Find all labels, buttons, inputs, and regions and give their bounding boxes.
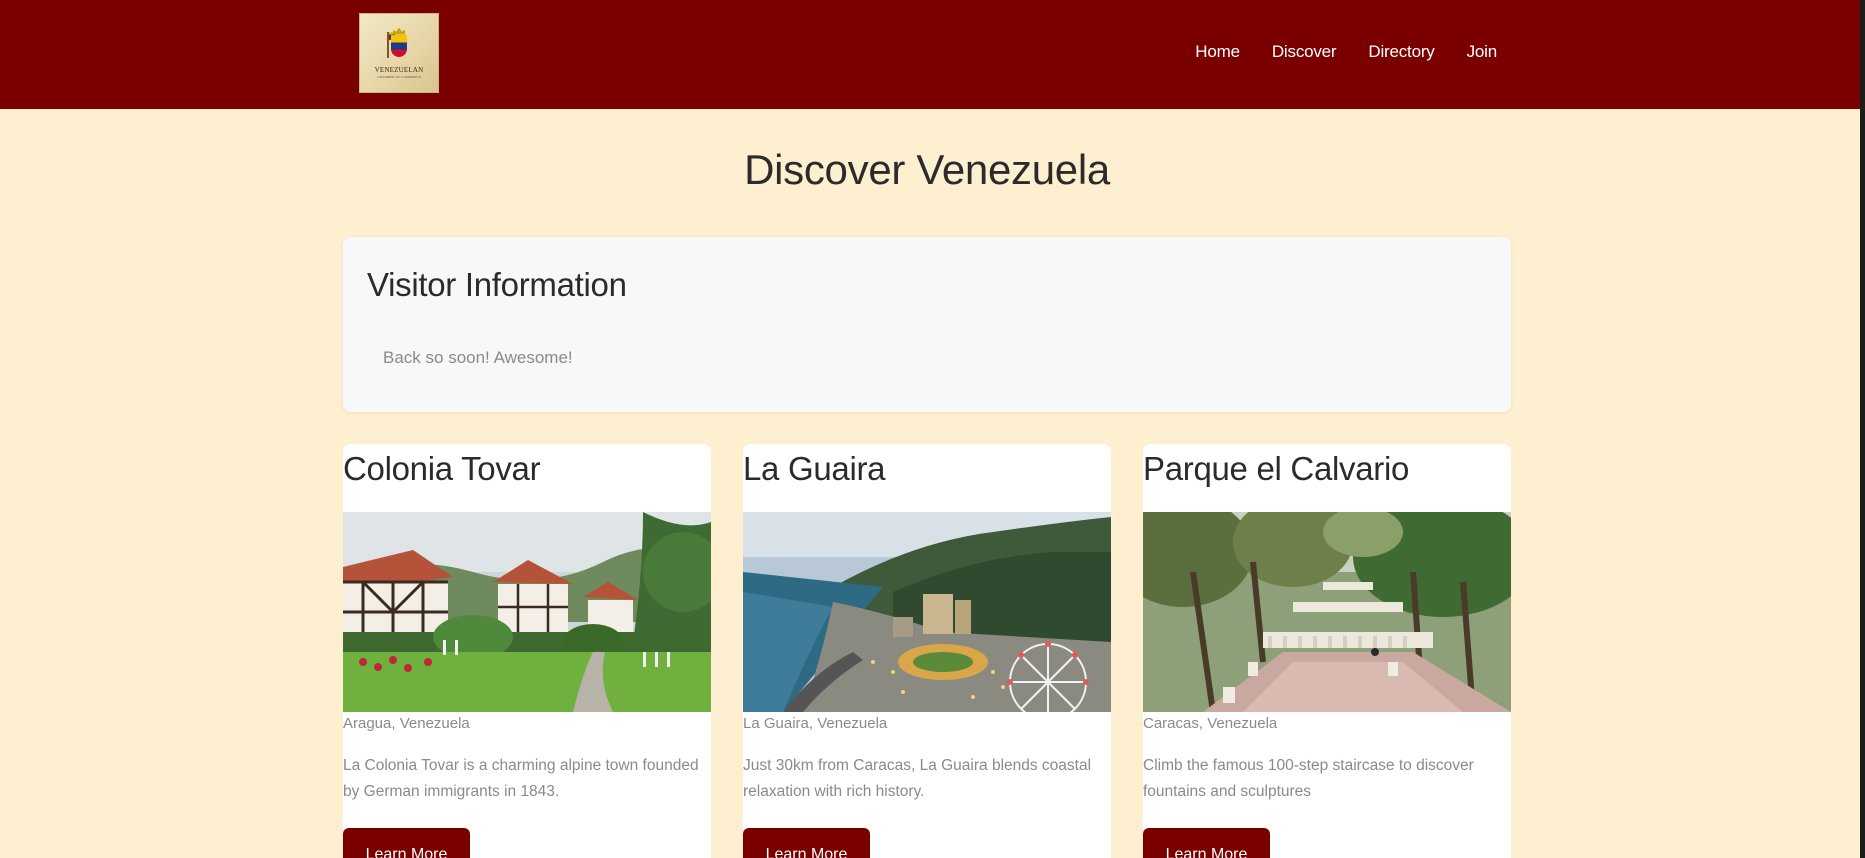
card-location: La Guaira, Venezuela: [743, 715, 888, 732]
visitor-message: Back so soon! Awesome!: [383, 348, 573, 367]
card-location: Aragua, Venezuela: [343, 715, 470, 732]
card-description: Climb the famous 100-step staircase to d…: [1143, 757, 1474, 800]
card-description: La Colonia Tovar is a charming alpine to…: [343, 757, 699, 800]
card-location: Caracas, Venezuela: [1143, 715, 1278, 732]
visitor-info-card: Visitor Information Back so soon! Awesom…: [343, 237, 1511, 412]
nav-directory[interactable]: Directory: [1368, 41, 1434, 63]
crest-icon: [386, 27, 412, 62]
window-scrollbar[interactable]: [1860, 0, 1865, 858]
alpine-village-photo: [343, 512, 711, 712]
nav-home[interactable]: Home: [1195, 41, 1240, 63]
learn-more-button[interactable]: Learn More: [1143, 828, 1270, 858]
card-title: Colonia Tovar: [343, 450, 541, 487]
card-title: La Guaira: [743, 450, 886, 487]
page-title: Discover Venezuela: [744, 146, 1110, 193]
card-description: Just 30km from Caracas, La Guaira blends…: [743, 757, 1092, 800]
attraction-card: Parque el Calvario Caracas, Venezuela Cl…: [1143, 444, 1511, 858]
learn-more-button[interactable]: Learn More: [343, 828, 470, 858]
park-staircase-photo: [1143, 512, 1511, 712]
nav-join[interactable]: Join: [1467, 41, 1498, 63]
page: VENEZUELAN CHAMBER OF COMMERCE Home Disc…: [0, 0, 1865, 858]
visitor-heading: Visitor Information: [367, 266, 627, 303]
logo-subtext: CHAMBER OF COMMERCE: [377, 74, 421, 79]
chamber-logo[interactable]: VENEZUELAN CHAMBER OF COMMERCE: [359, 13, 439, 93]
attraction-card: Colonia Tovar Aragua, Venezuela La Colon…: [343, 444, 711, 858]
attraction-card: La Guaira La Guaira, Venezuela Just 30km…: [743, 444, 1111, 858]
logo-text: VENEZUELAN: [374, 65, 424, 74]
site-header: VENEZUELAN CHAMBER OF COMMERCE Home Disc…: [0, 0, 1860, 109]
learn-more-button[interactable]: Learn More: [743, 828, 870, 858]
main-nav: Home Discover Directory Join: [1195, 41, 1497, 63]
nav-discover[interactable]: Discover: [1272, 41, 1337, 63]
card-title: Parque el Calvario: [1143, 450, 1410, 487]
coastal-city-photo: [743, 512, 1111, 712]
